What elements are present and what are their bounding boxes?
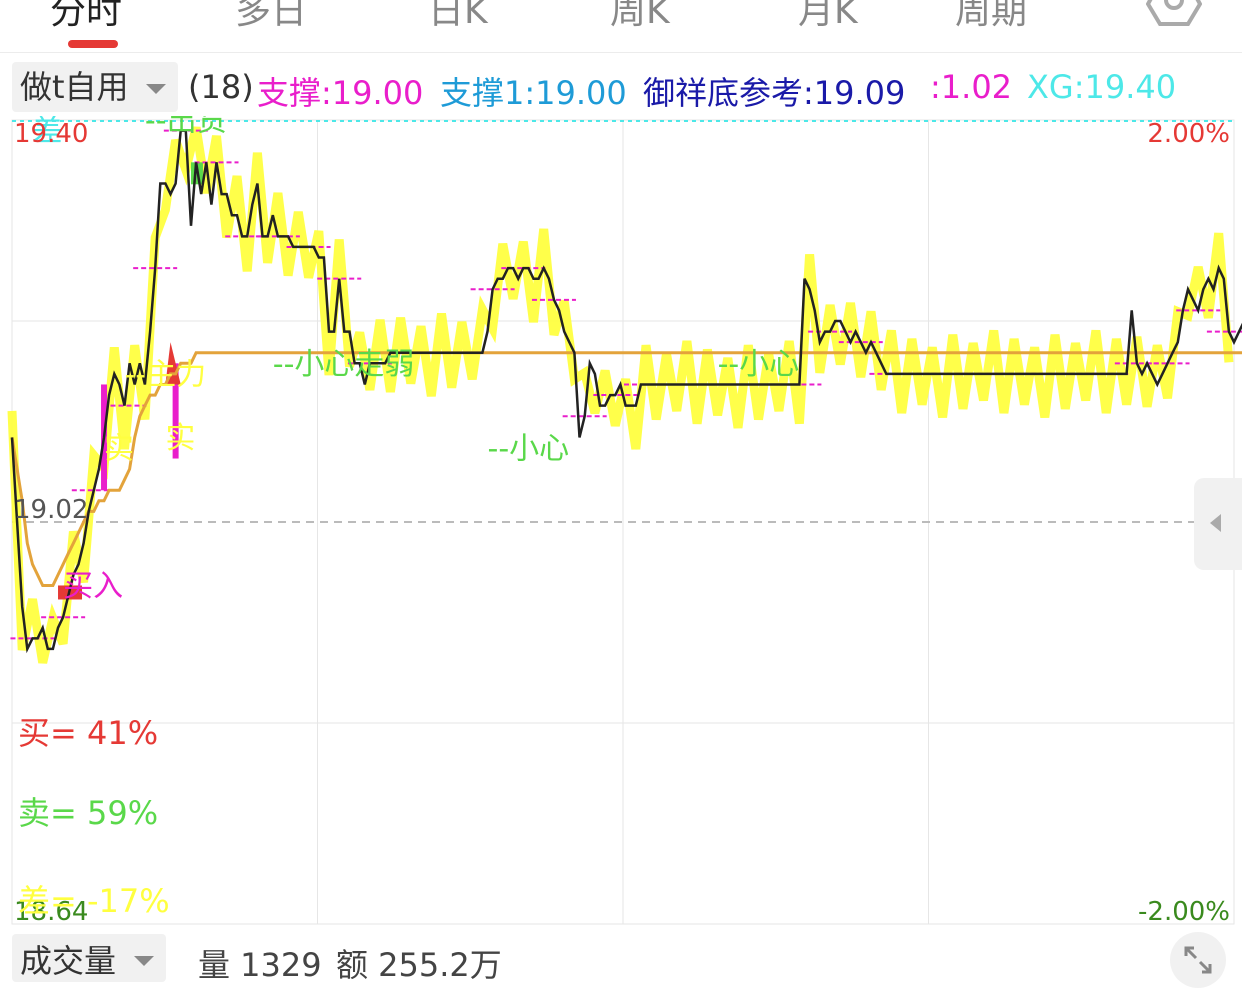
indicator-period: (18): [188, 68, 254, 106]
volume-value: 量 1329: [198, 946, 322, 984]
tab-week-k[interactable]: 周K: [610, 0, 670, 34]
chart-annotation-7: --小心: [488, 432, 570, 467]
price-label-top: 19.40: [14, 119, 88, 149]
side-drawer-handle[interactable]: [1194, 478, 1242, 570]
stat-1: 卖= 59%: [18, 794, 158, 832]
expand-icon[interactable]: [1170, 932, 1226, 988]
volume-selector[interactable]: 成交量: [12, 934, 166, 982]
chart-annotation-5: 买入: [63, 569, 123, 604]
buy-sell-stats: 买= 41% 卖= 59% 差= -17%: [18, 714, 170, 920]
pct-label-top: 2.00%: [1147, 119, 1230, 149]
volume-selector-label: 成交量: [20, 942, 117, 980]
pct-label-bottom: -2.00%: [1138, 897, 1230, 927]
tab-day-k[interactable]: 日K: [428, 0, 488, 34]
chart-grid: [11, 119, 1235, 925]
stat-2: 差= -17%: [18, 882, 170, 920]
chart-annotation-6: --小心走弱: [273, 347, 415, 382]
indicator-bottom-reference: 御祥底参考:19.09: [643, 74, 906, 112]
indicator-bar: 做t自用 (18) 支撑:19.00 支撑1:19.00 御祥底参考:19.09…: [0, 58, 1242, 114]
chevron-left-icon: [1210, 514, 1221, 532]
chart-annotation-2: --主力: [124, 357, 206, 392]
settings-hexagon-icon[interactable]: [1146, 0, 1202, 26]
indicator-xg: XG:19.40: [1027, 68, 1177, 106]
indicator-support-1: 支撑1:19.00: [440, 74, 627, 112]
tab-multi-day[interactable]: 多日: [235, 0, 307, 34]
indicator-selector-label: 做t自用: [20, 68, 129, 106]
chart-annotation-0: --出货: [145, 116, 227, 139]
amount-value: 额 255.2万: [336, 946, 502, 984]
price-label-reference: 19.02: [14, 495, 88, 525]
indicator-ratio: :1.02: [930, 68, 1013, 106]
chart-annotation-4: 实: [165, 421, 195, 456]
chevron-down-icon: [146, 84, 166, 94]
active-tab-indicator: [68, 40, 118, 48]
indicator-selector[interactable]: 做t自用: [12, 62, 178, 112]
volume-bar: 成交量 量 1329 额 255.2万: [0, 930, 1242, 988]
chart-annotation-8: --小心: [718, 347, 800, 382]
tab-period[interactable]: 周期: [955, 0, 1027, 34]
period-tabs: 分时 多日 日K 周K 月K 周期: [0, 0, 1242, 53]
tab-intraday[interactable]: 分时: [50, 0, 122, 34]
intraday-chart[interactable]: --出货差--主力实 实买入--小心走弱--小心--小心 19.4019.0218…: [0, 116, 1242, 928]
indicator-support: 支撑:19.00: [257, 74, 424, 112]
stat-0: 买= 41%: [18, 714, 158, 752]
tab-month-k[interactable]: 月K: [798, 0, 858, 34]
chevron-down-icon: [134, 956, 154, 966]
chart-annotation-3: 实: [104, 432, 134, 467]
